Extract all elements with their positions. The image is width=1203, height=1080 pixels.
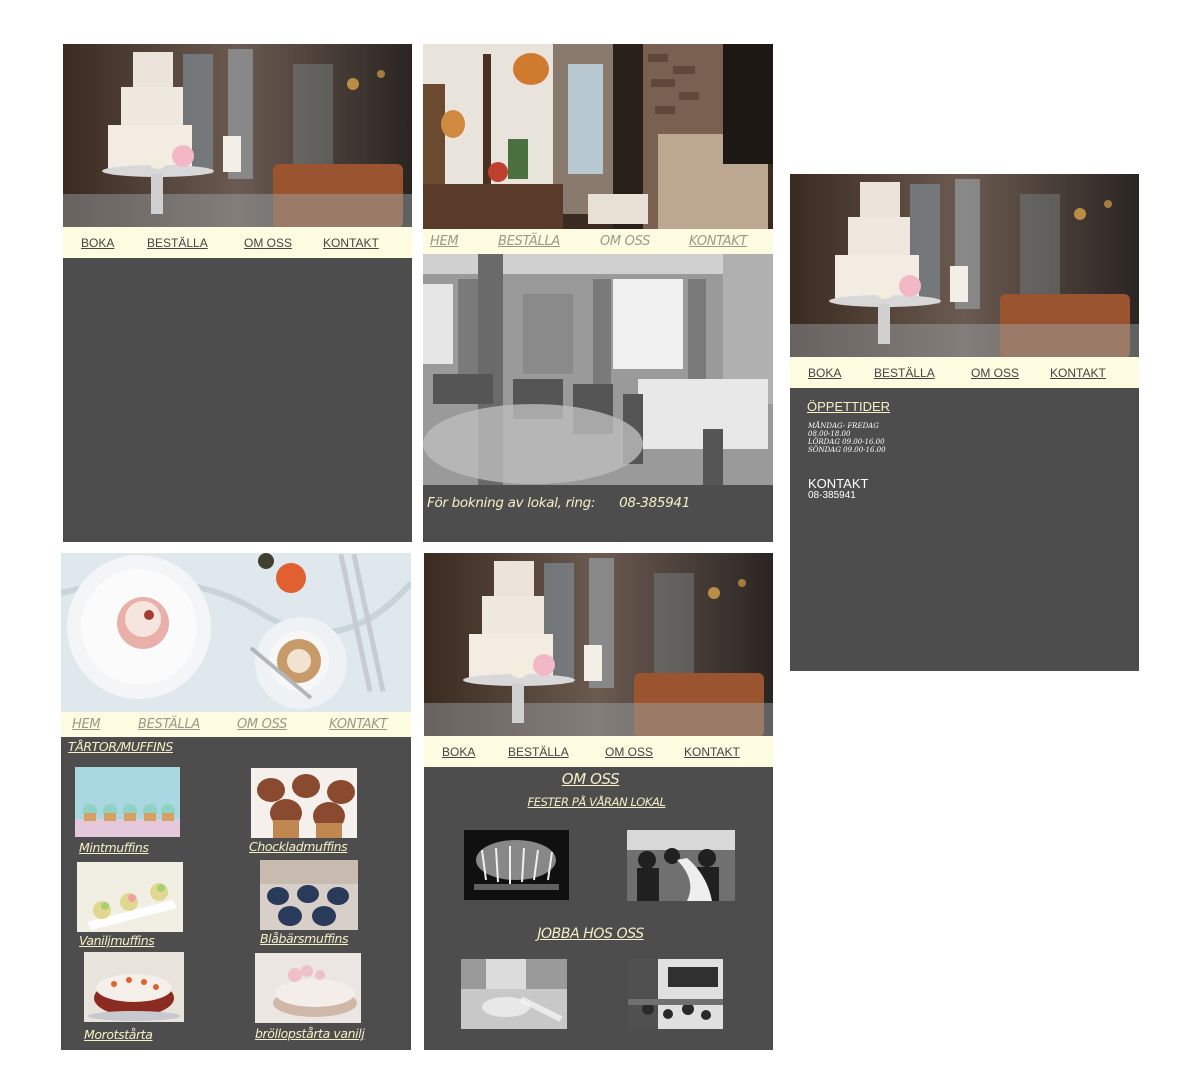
nav-om-oss[interactable]: OM OSS: [971, 366, 1019, 380]
product-label[interactable]: Chockladmuffins: [249, 839, 348, 854]
about-title: OM OSS: [561, 770, 620, 788]
brollopstarta-image[interactable]: [255, 953, 361, 1023]
nav-kontakt[interactable]: KONTAKT: [329, 717, 387, 732]
product-label[interactable]: Morotstårta: [84, 1027, 153, 1042]
champagne-glasses-image: [464, 830, 569, 900]
nav-kontakt[interactable]: KONTAKT: [689, 234, 747, 249]
nav-hem[interactable]: HEM: [72, 717, 101, 732]
nav-boka[interactable]: BOKA: [81, 236, 114, 250]
cake-hero-image: [63, 44, 412, 228]
vaniljmuffins-image[interactable]: [77, 862, 183, 932]
shop-heading: TÅRTOR/MUFFINS: [68, 739, 173, 754]
frame-booking: HEM BESTÄLLA OM OSS KONTAKT För bokning …: [423, 44, 773, 542]
nav-om-oss[interactable]: OM OSS: [600, 234, 650, 249]
baker-dough-image: [461, 959, 567, 1029]
cake-hero-image: [790, 174, 1139, 358]
morotstarta-image[interactable]: [84, 952, 184, 1022]
frame-home: BOKA BESTÄLLA OM OSS KONTAKT: [63, 44, 412, 542]
booking-phone[interactable]: 08-385941: [619, 495, 690, 511]
contact-title: KONTAKT: [808, 476, 869, 491]
chockladmuffins-image[interactable]: [251, 768, 357, 838]
hours-line: 08.00-18.00: [808, 430, 851, 438]
frame-contact: BOKA BESTÄLLA OM OSS KONTAKT ÖPPETTIDER …: [790, 174, 1139, 671]
hours-line: SÖNDAG 09.00-16.00: [808, 446, 886, 454]
hours-list: MÅNDAG- FREDAG 08.00-18.00 LÖRDAG 09.00-…: [808, 422, 886, 454]
coffee-cupcake-image: [61, 553, 411, 713]
nav-kontakt[interactable]: KONTAKT: [684, 745, 740, 759]
nav-om-oss[interactable]: OM OSS: [244, 236, 292, 250]
bakery-kitchen-image: [628, 959, 723, 1029]
booking-text: För bokning av lokal, ring:: [427, 495, 596, 511]
frame-about: BOKA BESTÄLLA OM OSS KONTAKT OM OSS FEST…: [424, 553, 773, 1050]
hours-line: LÖRDAG 09.00-16.00: [808, 438, 885, 446]
secondary-nav: HEM BESTÄLLA OM OSS KONTAKT: [61, 712, 411, 737]
product-label[interactable]: Mintmuffins: [79, 840, 149, 855]
nav-kontakt[interactable]: KONTAKT: [323, 236, 379, 250]
dining-room-image: [423, 254, 773, 485]
main-nav: BOKA BESTÄLLA OM OSS KONTAKT: [790, 357, 1139, 388]
nav-bestalla[interactable]: BESTÄLLA: [874, 366, 935, 380]
main-nav: BOKA BESTÄLLA OM OSS KONTAKT: [63, 227, 412, 258]
jobs-title: JOBBA HOS OSS: [537, 926, 644, 942]
main-nav: BOKA BESTÄLLA OM OSS KONTAKT: [424, 736, 773, 767]
hours-title: ÖPPETTIDER: [807, 399, 891, 414]
nav-kontakt[interactable]: KONTAKT: [1050, 366, 1106, 380]
about-subtitle: FESTER PÅ VÅRAN LOKAL: [527, 795, 666, 809]
blabarsmuffins-image[interactable]: [260, 860, 358, 930]
nav-hem[interactable]: HEM: [430, 234, 459, 249]
nav-bestalla[interactable]: BESTÄLLA: [147, 236, 208, 250]
cake-hero-image: [424, 553, 773, 737]
product-label[interactable]: bröllopstårta vanilj: [255, 1026, 365, 1041]
nav-bestalla[interactable]: BESTÄLLA: [498, 234, 560, 249]
party-guests-image: [627, 830, 735, 901]
nav-bestalla[interactable]: BESTÄLLA: [508, 745, 569, 759]
product-label[interactable]: Vaniljmuffins: [79, 933, 155, 948]
nav-boka[interactable]: BOKA: [808, 366, 841, 380]
contact-phone[interactable]: 08-385941: [808, 490, 856, 501]
cafe-interior-image: [423, 44, 773, 229]
frame-shop: HEM BESTÄLLA OM OSS KONTAKT TÅRTOR/MUFFI…: [61, 553, 411, 1050]
nav-boka[interactable]: BOKA: [442, 745, 475, 759]
secondary-nav: HEM BESTÄLLA OM OSS KONTAKT: [423, 229, 773, 254]
mintmuffins-image[interactable]: [75, 767, 180, 837]
booking-line: För bokning av lokal, ring: 08-385941: [427, 495, 690, 511]
nav-om-oss[interactable]: OM OSS: [605, 745, 653, 759]
hours-line: MÅNDAG- FREDAG: [808, 422, 879, 430]
nav-om-oss[interactable]: OM OSS: [237, 717, 287, 732]
product-label[interactable]: Blåbärsmuffins: [260, 931, 349, 946]
nav-bestalla[interactable]: BESTÄLLA: [138, 717, 200, 732]
